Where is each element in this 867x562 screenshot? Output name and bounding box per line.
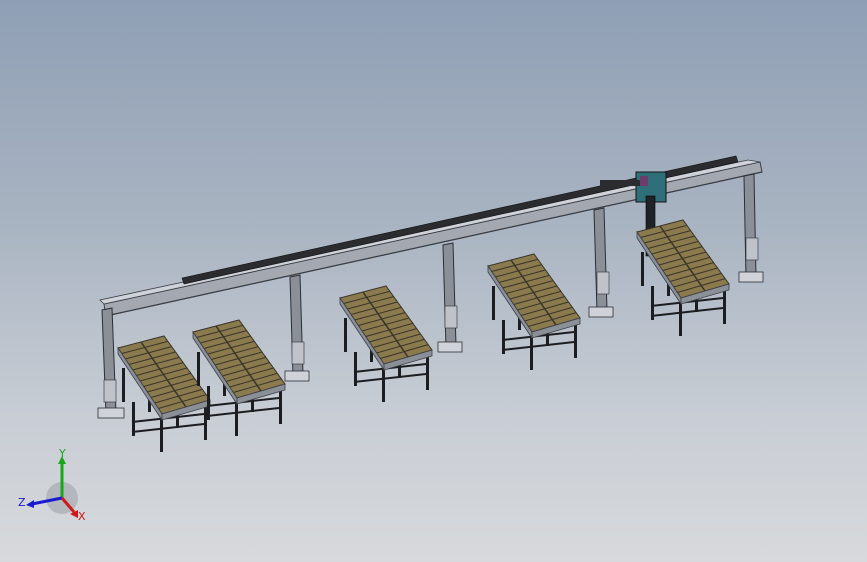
table-leg xyxy=(641,252,644,286)
roller-table[interactable] xyxy=(117,335,211,452)
table-crossbar xyxy=(650,307,724,317)
table-crossbar xyxy=(353,373,427,383)
table-leg xyxy=(723,290,726,324)
table-leg xyxy=(160,418,163,452)
table-leg xyxy=(122,368,125,402)
graphics-viewport[interactable]: Y Z X xyxy=(0,0,867,562)
table-leg xyxy=(204,406,207,440)
view-orientation-triad[interactable]: Y Z X xyxy=(14,446,94,526)
y-axis-label: Y xyxy=(58,447,66,460)
table-leg xyxy=(344,318,347,352)
z-axis-arrowhead xyxy=(26,500,34,508)
table-leg xyxy=(492,286,495,320)
table-leg xyxy=(530,336,533,370)
roller-table[interactable] xyxy=(636,219,730,336)
table-leg xyxy=(197,352,200,386)
table-leg xyxy=(235,402,238,436)
roller-table[interactable] xyxy=(487,253,581,370)
gantry-assembly-model[interactable] xyxy=(0,0,867,562)
table-leg xyxy=(574,324,577,358)
x-axis-label: X xyxy=(78,510,86,523)
z-axis-label: Z xyxy=(18,496,26,509)
table-leg xyxy=(679,302,682,336)
table-leg xyxy=(382,368,385,402)
table-crossbar xyxy=(131,423,205,433)
table-crossbar xyxy=(206,407,280,417)
roller-conveyor-tables[interactable] xyxy=(117,219,730,452)
roller-table[interactable] xyxy=(339,285,433,402)
table-crossbar xyxy=(501,341,575,351)
table-leg xyxy=(279,390,282,424)
table-leg xyxy=(426,356,429,390)
